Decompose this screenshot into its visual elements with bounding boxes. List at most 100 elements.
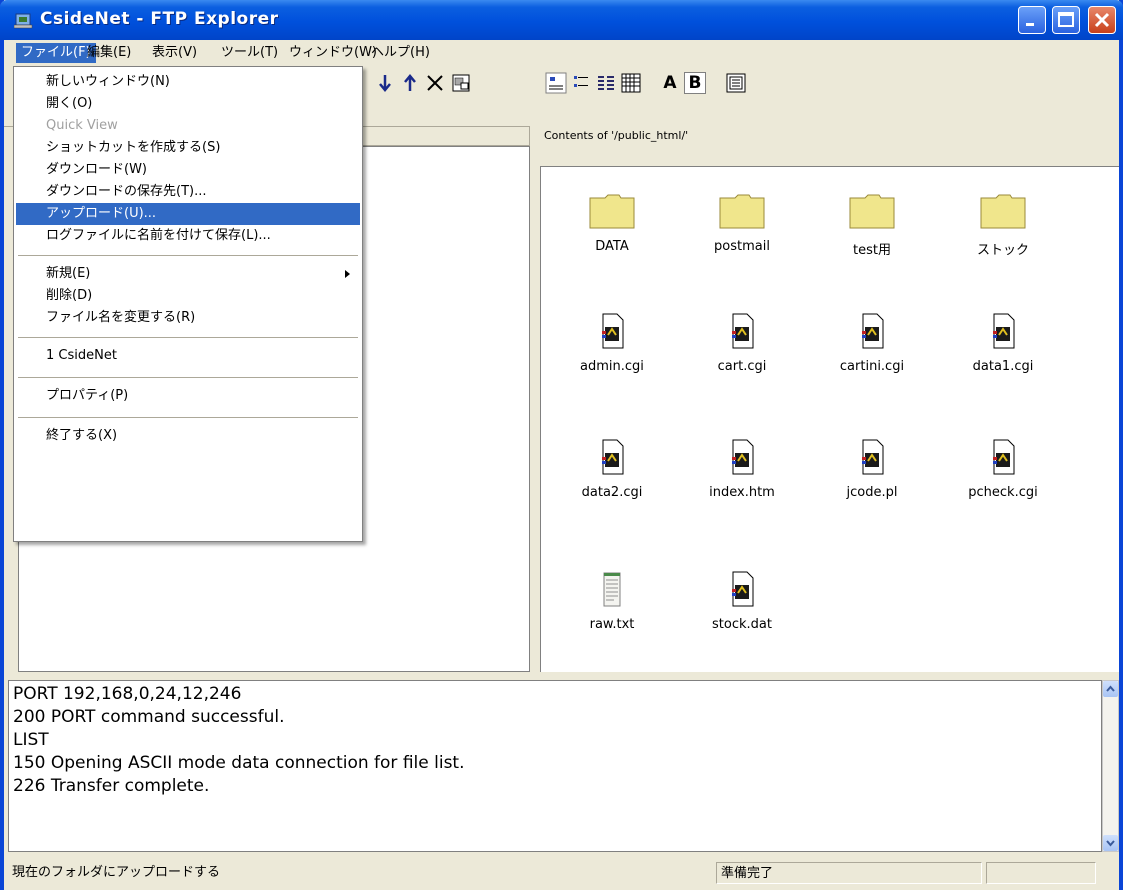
log-scrollbar[interactable] (1102, 680, 1119, 852)
menu-separator (18, 337, 358, 338)
scroll-down-icon[interactable] (1103, 835, 1118, 851)
scroll-up-icon[interactable] (1103, 681, 1118, 697)
folder-icon (980, 194, 1026, 229)
file-item[interactable]: index.htm (687, 439, 797, 500)
menu-bar: ファイル(F) 編集(E) 表示(V) ツール(T) ウィンドウ(W) ヘルプ(… (4, 40, 1119, 66)
menu-item-recent-csidenet[interactable]: 1 CsideNet (16, 345, 360, 367)
menu-item-open[interactable]: 開く(O) (16, 93, 360, 115)
status-text: 現在のフォルダにアップロードする (12, 865, 221, 880)
log-line: 200 PORT command successful. (13, 707, 285, 727)
text-file-icon (603, 572, 621, 607)
close-button[interactable] (1088, 6, 1116, 34)
list-view-icon[interactable] (595, 72, 617, 94)
menu-separator (18, 255, 358, 256)
menu-item-download[interactable]: ダウンロード(W) (16, 159, 360, 181)
log-line: LIST (13, 730, 49, 750)
folder-item[interactable]: postmail (687, 193, 797, 254)
pane-splitter[interactable] (530, 126, 540, 672)
file-item[interactable]: cart.cgi (687, 313, 797, 374)
folder-item[interactable]: ストック (948, 193, 1058, 258)
file-item[interactable]: data2.cgi (557, 439, 667, 500)
item-label: data1.cgi (972, 359, 1034, 374)
item-label: raw.txt (589, 617, 635, 632)
file-menu-dropdown: 新しいウィンドウ(N) 開く(O) Quick View ショットカットを作成す… (13, 66, 363, 542)
menu-item-create-shortcut[interactable]: ショットカットを作成する(S) (16, 137, 360, 159)
app-window: CsideNet - FTP Explorer ファイル(F) 編集(E) 表示… (0, 0, 1123, 890)
menu-view[interactable]: 表示(V) (147, 43, 202, 63)
item-label: jcode.pl (846, 485, 898, 500)
status-panel (986, 862, 1096, 884)
minimize-icon (1026, 23, 1034, 26)
folder-icon (849, 194, 895, 229)
app-icon (14, 13, 33, 29)
log-line: 150 Opening ASCII mode data connection f… (13, 753, 465, 773)
close-icon (1094, 12, 1110, 28)
item-label: admin.cgi (580, 359, 644, 374)
script-file-icon (602, 439, 624, 475)
log-line: 226 Transfer complete. (13, 776, 210, 796)
up-arrow-icon[interactable] (399, 72, 421, 94)
menu-item-save-log[interactable]: ログファイルに名前を付けて保存(L)... (16, 225, 360, 247)
file-item[interactable]: stock.dat (687, 571, 797, 632)
properties-icon[interactable] (450, 72, 472, 94)
file-item[interactable]: admin.cgi (557, 313, 667, 374)
folder-icon (719, 194, 765, 229)
ftp-log[interactable]: PORT 192,168,0,24,12,246 200 PORT comman… (8, 680, 1102, 852)
script-file-icon (862, 313, 884, 349)
menu-separator (18, 417, 358, 418)
status-ready: 準備完了 (716, 862, 982, 884)
file-item[interactable]: data1.cgi (948, 313, 1058, 374)
menu-edit[interactable]: 編集(E) (82, 43, 136, 63)
script-file-icon (993, 313, 1015, 349)
menu-item-delete[interactable]: 削除(D) (16, 285, 360, 307)
menu-item-properties[interactable]: プロパティ(P) (16, 385, 360, 407)
menu-item-new-window[interactable]: 新しいウィンドウ(N) (16, 71, 360, 93)
item-label: postmail (714, 239, 770, 254)
script-file-icon (732, 313, 754, 349)
menu-help[interactable]: ヘルプ(H) (366, 43, 435, 63)
window-title: CsideNet - FTP Explorer (40, 9, 279, 29)
menu-item-quick-view: Quick View (46, 118, 118, 133)
menu-item-new[interactable]: 新規(E) (16, 263, 360, 285)
large-icons-view-icon[interactable] (545, 72, 567, 94)
item-label: ストック (976, 243, 1029, 258)
script-file-icon (732, 439, 754, 475)
minimize-button[interactable] (1018, 6, 1046, 34)
menu-item-exit[interactable]: 終了する(X) (16, 425, 360, 447)
file-item[interactable]: cartini.cgi (817, 313, 927, 374)
maximize-icon (1058, 12, 1074, 27)
folder-item[interactable]: test用 (817, 193, 927, 258)
details-view-icon[interactable] (620, 72, 642, 94)
file-item[interactable]: raw.txt (557, 571, 667, 632)
item-label: stock.dat (712, 617, 772, 632)
menu-item-rename[interactable]: ファイル名を変更する(R) (16, 307, 360, 329)
down-arrow-icon[interactable] (374, 72, 396, 94)
file-list-pane: DATA postmail test用 ストック admin.cgi cart.… (540, 166, 1119, 672)
submenu-arrow-icon (345, 270, 350, 278)
maximize-button[interactable] (1052, 6, 1080, 34)
menu-tools[interactable]: ツール(T) (216, 43, 283, 63)
script-file-icon (732, 571, 754, 607)
folder-item[interactable]: DATA (557, 193, 667, 254)
status-bar: 現在のフォルダにアップロードする 準備完了 (4, 856, 1119, 890)
log-line: PORT 192,168,0,24,12,246 (13, 684, 242, 704)
item-label: test用 (853, 243, 891, 258)
font-b-button[interactable]: B (684, 72, 706, 94)
file-item[interactable]: pcheck.cgi (948, 439, 1058, 500)
menu-item-download-dest[interactable]: ダウンロードの保存先(T)... (16, 181, 360, 203)
title-bar[interactable]: CsideNet - FTP Explorer (0, 0, 1123, 40)
file-item[interactable]: jcode.pl (817, 439, 927, 500)
log-view-icon[interactable] (725, 72, 747, 94)
font-a-button[interactable]: A (659, 72, 681, 94)
item-label: data2.cgi (581, 485, 643, 500)
delete-icon[interactable] (424, 72, 446, 94)
menu-item-upload[interactable]: アップロード(U)... (16, 203, 360, 225)
small-icons-view-icon[interactable] (570, 72, 592, 94)
item-label: DATA (595, 239, 629, 254)
item-label: pcheck.cgi (968, 485, 1038, 500)
script-file-icon (862, 439, 884, 475)
item-label: index.htm (709, 485, 775, 500)
item-label: cartini.cgi (839, 359, 905, 374)
contents-header: Contents of '/public_html/' (540, 126, 1119, 146)
item-label: cart.cgi (717, 359, 767, 374)
